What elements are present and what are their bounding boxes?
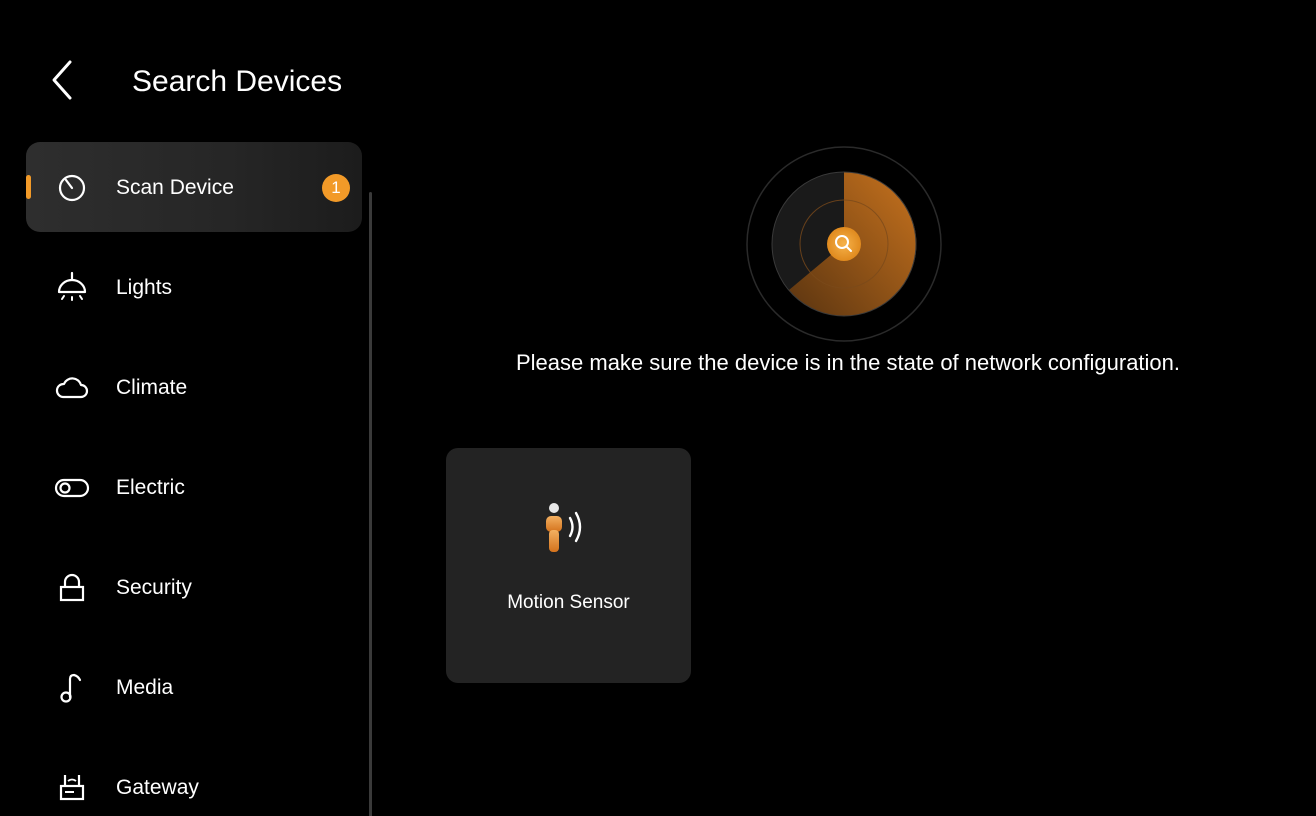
gateway-router-icon	[59, 775, 85, 801]
page-title: Search Devices	[132, 65, 343, 98]
sidebar-item-media[interactable]: Media	[26, 642, 362, 732]
network-config-hint: Please make sure the device is in the st…	[515, 350, 1181, 375]
sidebar-item-security[interactable]: Security	[26, 542, 362, 632]
search-devices-screen: Search Devices Scan Device 1 Lights Clim…	[0, 0, 1316, 816]
sidebar-item-label: Climate	[116, 376, 188, 399]
sidebar-item-scan-device[interactable]: Scan Device 1	[26, 142, 362, 232]
cloud-icon	[55, 377, 89, 399]
ceiling-lamp-icon	[57, 271, 87, 301]
sidebar-item-label: Media	[116, 676, 174, 699]
radar-search-icon	[746, 146, 942, 342]
sidebar-item-label: Lights	[116, 276, 173, 299]
sidebar-item-label: Scan Device	[116, 176, 234, 199]
sidebar-item-climate[interactable]: Climate	[26, 342, 362, 432]
sidebar-item-gateway[interactable]: Gateway	[26, 742, 362, 816]
active-indicator	[26, 175, 31, 199]
back-button[interactable]	[44, 56, 84, 104]
sidebar: Scan Device 1 Lights Climate Electric Se…	[0, 140, 380, 816]
device-label: Motion Sensor	[507, 592, 630, 613]
sidebar-item-electric[interactable]: Electric	[26, 442, 362, 532]
music-note-icon	[60, 673, 82, 703]
sidebar-item-lights[interactable]: Lights	[26, 242, 362, 332]
sidebar-scrollbar[interactable]	[369, 192, 372, 816]
main-content: Please make sure the device is in the st…	[380, 140, 1316, 816]
sidebar-item-label: Gateway	[116, 776, 199, 799]
lock-icon	[59, 573, 85, 602]
toggle-switch-icon	[54, 478, 90, 498]
sidebar-item-label: Security	[116, 576, 192, 599]
count-badge: 1	[322, 174, 350, 202]
motion-sensor-icon	[546, 503, 582, 552]
scan-timer-icon	[58, 174, 86, 202]
device-card-motion-sensor[interactable]: Motion Sensor	[446, 448, 691, 683]
chevron-left-icon	[52, 60, 72, 100]
sidebar-item-label: Electric	[116, 476, 185, 499]
header: Search Devices	[0, 0, 1316, 140]
